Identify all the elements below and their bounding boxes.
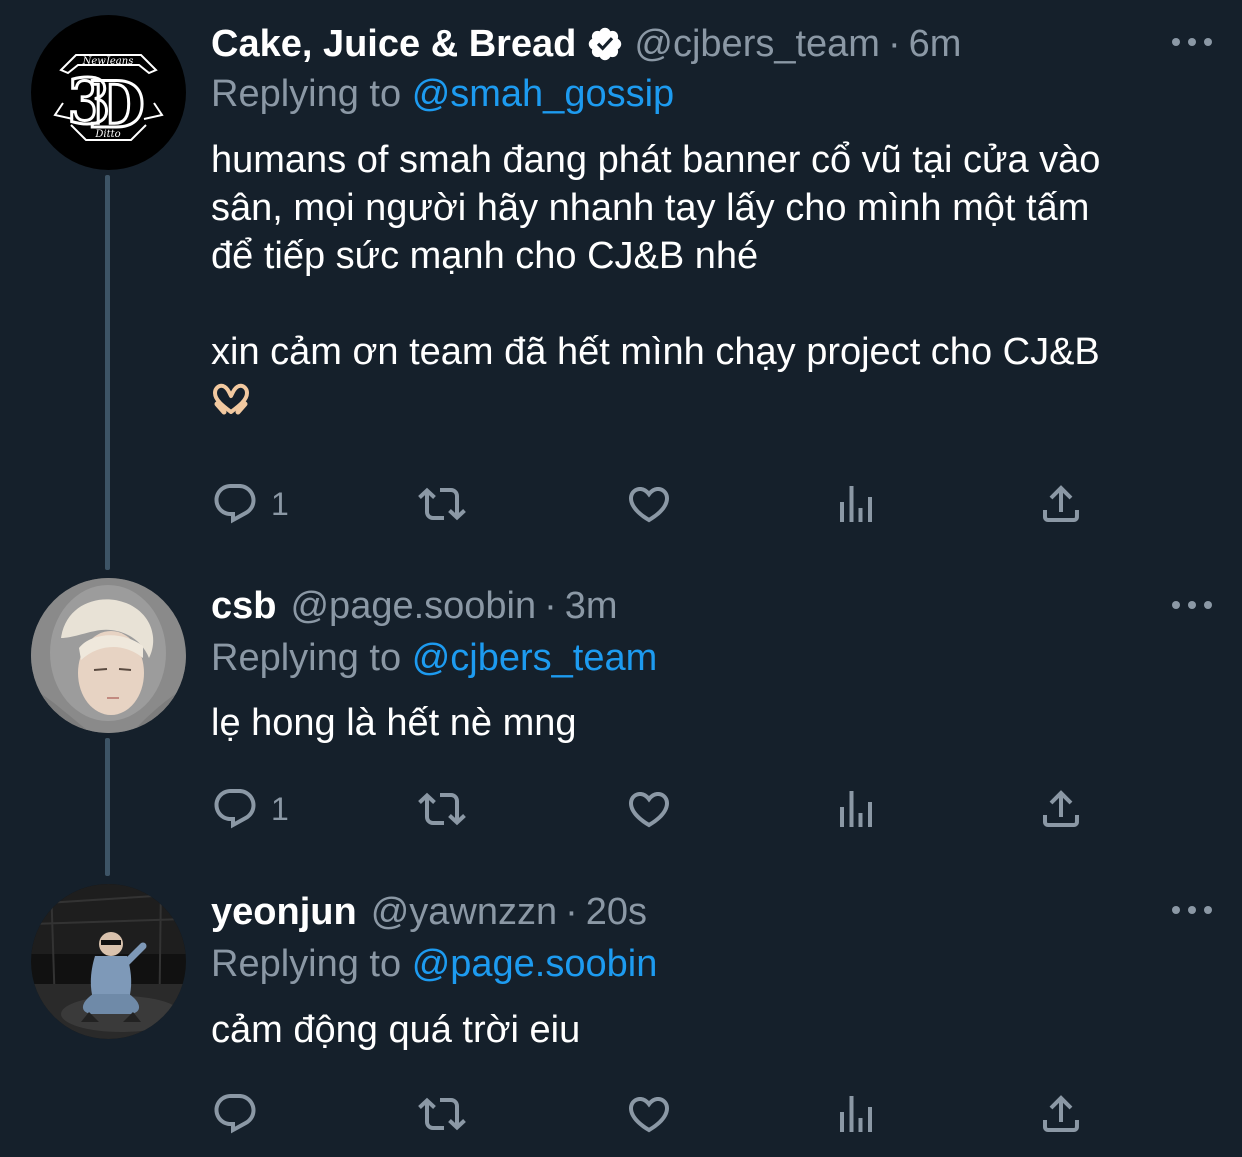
heart-icon [625,1090,673,1138]
reply-button[interactable]: 1 [211,477,289,531]
tweet-text: lẹ hong là hết nè mng [211,699,1211,747]
reply-icon [211,1090,259,1138]
heart-hands-emoji [213,383,249,415]
author-name[interactable]: yeonjun [211,888,357,936]
more-options-icon[interactable] [1172,900,1212,920]
verified-badge-icon [589,27,622,61]
tweet-text: cảm động quá trời eiu [211,1006,1211,1054]
tweet-text: humans of smah đang phát banner cổ vũ tạ… [211,136,1211,424]
avatar[interactable] [31,578,186,733]
replying-mention[interactable]: @cjbers_team [412,637,658,679]
author-name[interactable]: Cake, Juice & Bread [211,20,576,68]
tweet-csb[interactable]: csb @page.soobin · 3m Replying to @cjber… [0,575,1242,865]
replying-prefix: Replying to [211,73,402,115]
heart-icon [625,480,673,528]
reply-count: 1 [271,485,289,522]
separator: · [887,23,901,65]
tweet-text-line: sân, mọi người hãy nhanh tay lấy cho mìn… [211,187,1090,229]
author-handle[interactable]: @page.soobin [290,582,536,630]
tweet-text-line: lẹ hong là hết nè mng [211,702,577,744]
replying-to: Replying to @cjbers_team [211,634,657,682]
analytics-icon [832,785,880,833]
author-handle[interactable]: @yawnzzn [371,888,557,936]
more-options-icon[interactable] [1172,595,1212,615]
retweet-button[interactable] [418,1087,466,1141]
share-icon [1037,1090,1085,1138]
tweet-actions [211,1087,1111,1141]
separator: · [544,585,557,627]
timestamp[interactable]: 6m [909,20,962,68]
tweet-cjbers[interactable]: NewJeans 3 D Ditto Cake, Juice & Bread @… [0,0,1242,560]
share-icon [1037,480,1085,528]
retweet-icon [418,785,466,833]
tweet-header: csb @page.soobin · 3m [211,582,618,630]
retweet-button[interactable] [418,782,466,836]
replying-to: Replying to @smah_gossip [211,70,674,118]
retweet-icon [418,480,466,528]
avatar[interactable] [31,884,186,1039]
reply-count: 1 [271,790,289,827]
share-icon [1037,785,1085,833]
timestamp[interactable]: 20s [586,888,647,936]
user-photo-icon [31,884,186,1039]
retweet-button[interactable] [418,477,466,531]
tweet-header: yeonjun @yawnzzn · 20s [211,888,647,936]
analytics-icon [832,1090,880,1138]
tweet-text-line: xin cảm ơn team đã hết mình chạy project… [211,331,1100,373]
like-button[interactable] [625,1087,673,1141]
reply-icon [211,785,259,833]
newjeans-ditto-logo-icon: NewJeans 3 D Ditto [31,15,186,170]
tweet-actions: 1 [211,782,1111,836]
tweet-text-line: cảm động quá trời eiu [211,1009,581,1051]
tweet-actions: 1 [211,477,1111,531]
retweet-icon [418,1090,466,1138]
reply-button[interactable]: 1 [211,782,289,836]
author-handle[interactable]: @cjbers_team [634,20,880,68]
tweet-header: Cake, Juice & Bread @cjbers_team · 6m [211,20,961,68]
like-button[interactable] [625,782,673,836]
replying-mention[interactable]: @page.soobin [412,943,658,985]
like-button[interactable] [625,477,673,531]
analytics-button[interactable] [832,1087,880,1141]
more-options-icon[interactable] [1172,32,1212,52]
replying-mention[interactable]: @smah_gossip [412,73,674,115]
reply-button[interactable] [211,1087,259,1141]
share-button[interactable] [1037,477,1085,531]
author-name[interactable]: csb [211,582,276,630]
tweet-yeonjun[interactable]: yeonjun @yawnzzn · 20s Replying to @page… [0,880,1242,1157]
replying-prefix: Replying to [211,637,402,679]
separator: · [565,891,578,933]
tweet-text-line: để tiếp sức mạnh cho CJ&B nhé [211,235,759,277]
analytics-button[interactable] [832,782,880,836]
analytics-icon [832,480,880,528]
heart-icon [625,785,673,833]
replying-prefix: Replying to [211,943,402,985]
replying-to: Replying to @page.soobin [211,940,657,988]
user-photo-icon [31,578,186,733]
tweet-text-line: humans of smah đang phát banner cổ vũ tạ… [211,139,1101,181]
avatar[interactable]: NewJeans 3 D Ditto [31,15,186,170]
timestamp[interactable]: 3m [565,582,618,630]
share-button[interactable] [1037,782,1085,836]
svg-text:Ditto: Ditto [94,129,120,140]
reply-icon [211,480,259,528]
analytics-button[interactable] [832,477,880,531]
share-button[interactable] [1037,1087,1085,1141]
